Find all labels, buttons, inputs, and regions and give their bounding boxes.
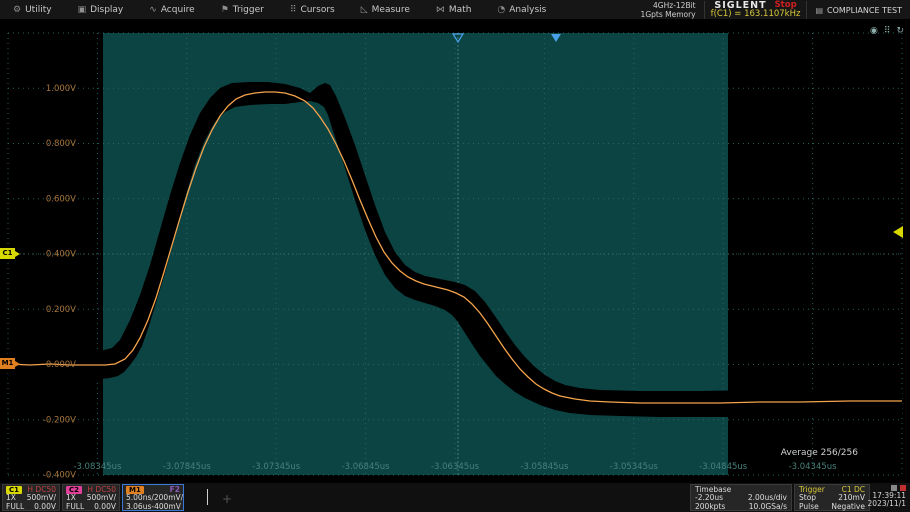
compliance-test-button[interactable]: ▤ COMPLIANCE TEST — [815, 6, 906, 15]
t-axis-label: -3.04845us — [699, 462, 748, 472]
v-axis-label: 0.600V — [46, 194, 76, 204]
t-axis-label: -3.08345us — [73, 462, 122, 472]
channel-box-c2[interactable]: C2 H DC50 1X 500mV/ FULL 0.00V — [62, 484, 120, 511]
v-axis-label: 0.000V — [46, 360, 76, 370]
math-icon: ⋈ — [436, 5, 445, 15]
waveform-display[interactable]: 1.000V 0.800V 0.600V 0.400V 0.200V 0.000V -0.2… — [0, 0, 910, 512]
math-label: Math — [449, 5, 472, 15]
brand-block: SIGLENT Stop f(C1) = 163.1107kHz — [704, 1, 808, 19]
text-caret — [207, 489, 208, 505]
m1-zero-marker[interactable]: M1 — [0, 358, 15, 369]
menu-item-display[interactable]: ▣Display — [65, 0, 137, 20]
measure-label: Measure — [372, 5, 410, 15]
v-axis-label: -0.200V — [43, 415, 76, 425]
t-axis-label: -3.05845us — [520, 462, 569, 472]
t-axis-label: -3.04345us — [789, 462, 838, 472]
camera-icon[interactable]: ◉ — [870, 26, 878, 36]
t-axis-label: -3.06845us — [342, 462, 391, 472]
average-readout: Average 256/256 — [781, 448, 858, 458]
measure-icon: ◺ — [361, 5, 368, 15]
acquire-label: Acquire — [161, 5, 195, 15]
status-bar: C1 H DC50 1X 500mV/ FULL 0.00V C2 H DC50… — [0, 483, 910, 512]
menu-item-analysis[interactable]: ◔ Analysis — [484, 0, 559, 20]
menu-item-utility[interactable]: ⚙ Utility — [0, 0, 65, 20]
channel-box-c1[interactable]: C1 H DC50 1X 500mV/ FULL 0.00V — [2, 484, 60, 511]
cursors-icon: ⠿ — [290, 5, 297, 15]
m1-offset: -400mV — [151, 503, 180, 511]
c1-bandwidth: FULL — [6, 503, 24, 511]
t-axis-label: -3.06345us — [431, 462, 480, 472]
spec-bandwidth: 4GHz-12Bit — [641, 1, 696, 10]
c2-offset: 0.00V — [94, 503, 116, 511]
c2-bandwidth: FULL — [66, 503, 84, 511]
oscilloscope-screen: ⚙Utility▣Display∿Acquire⚑Trigger⠿Cursors… — [0, 0, 910, 512]
menu-item-measure[interactable]: ◺ Measure — [348, 0, 423, 20]
timebase-box[interactable]: Timebase -2.20us 2.00us/div 200kpts 10.0… — [690, 484, 792, 511]
trigger-box[interactable]: Trigger C1 DC Stop 210mV Pulse Negative — [794, 484, 870, 511]
clock-box: 17:39:11 2023/11/1 — [868, 484, 908, 511]
display-icon: ▣ — [78, 5, 87, 15]
grid-icon[interactable]: ⠿ — [884, 26, 891, 36]
trigger-icon: ⚑ — [221, 5, 229, 15]
t-axis-label: -3.05345us — [610, 462, 659, 472]
trigger-label: Trigger — [233, 5, 264, 15]
grid-toolbar: ◉ ⠿ ↻ — [870, 26, 904, 36]
trigger-type: Pulse — [799, 503, 819, 511]
trigger-level-marker[interactable] — [893, 226, 903, 238]
menu-item-acquire[interactable]: ∿ Acquire — [136, 0, 207, 20]
menu-bar: ⚙ Utility ▣Display ∿ Acquire ⚑ Trigger ⠿Cursors… — [0, 0, 910, 20]
v-axis-label: 0.800V — [46, 139, 76, 149]
display-label: Display — [90, 5, 123, 15]
v-axis-label: 0.200V — [46, 305, 76, 315]
menu-item-cursors[interactable]: ⠿Cursors — [277, 0, 348, 20]
c1-offset: 0.00V — [34, 503, 56, 511]
cursors-label: Cursors — [300, 5, 334, 15]
zoom-box-m1[interactable]: M1 F2 5.00ns/ 200mV/ 3.06us -400mV — [122, 484, 184, 511]
t-axis-label: -3.07845us — [163, 462, 212, 472]
frequency-readout: f(C1) = 163.1107kHz — [711, 10, 801, 19]
trigger-slope: Negative — [831, 503, 865, 511]
utility-label: Utility — [25, 5, 51, 15]
v-axis-label: 0.400V — [46, 250, 76, 260]
scope-specs: 4GHz-12Bit 1Gpts Memory — [641, 1, 696, 19]
reset-icon[interactable]: ↻ — [896, 26, 904, 36]
c1-zero-marker[interactable]: C1 — [0, 248, 15, 259]
analysis-icon: ◔ — [497, 5, 505, 15]
v-axis-label: 1.000V — [46, 84, 76, 94]
acquire-icon: ∿ — [149, 5, 157, 15]
utility-icon: ⚙ — [13, 5, 21, 15]
menu-item-trigger[interactable]: ⚑ Trigger — [208, 0, 277, 20]
timebase-rate: 10.0GSa/s — [749, 503, 787, 511]
spec-memory: 1Gpts Memory — [641, 10, 696, 19]
analysis-label: Analysis — [509, 5, 546, 15]
compliance-label: COMPLIANCE TEST — [827, 6, 902, 15]
m1-delay: 3.06us — [126, 503, 151, 511]
compliance-icon: ▤ — [815, 6, 823, 15]
clock-date: 2023/11/1 — [868, 500, 906, 508]
header-right: 4GHz-12Bit 1Gpts Memory SIGLENT Stop f(C… — [641, 0, 910, 20]
add-trace-button[interactable]: + — [222, 492, 232, 506]
v-axis-label: -0.400V — [43, 471, 76, 481]
menu-item-math[interactable]: ⋈ Math — [423, 0, 485, 20]
t-axis-label: -3.07345us — [252, 462, 301, 472]
timebase-points: 200kpts — [695, 503, 725, 511]
